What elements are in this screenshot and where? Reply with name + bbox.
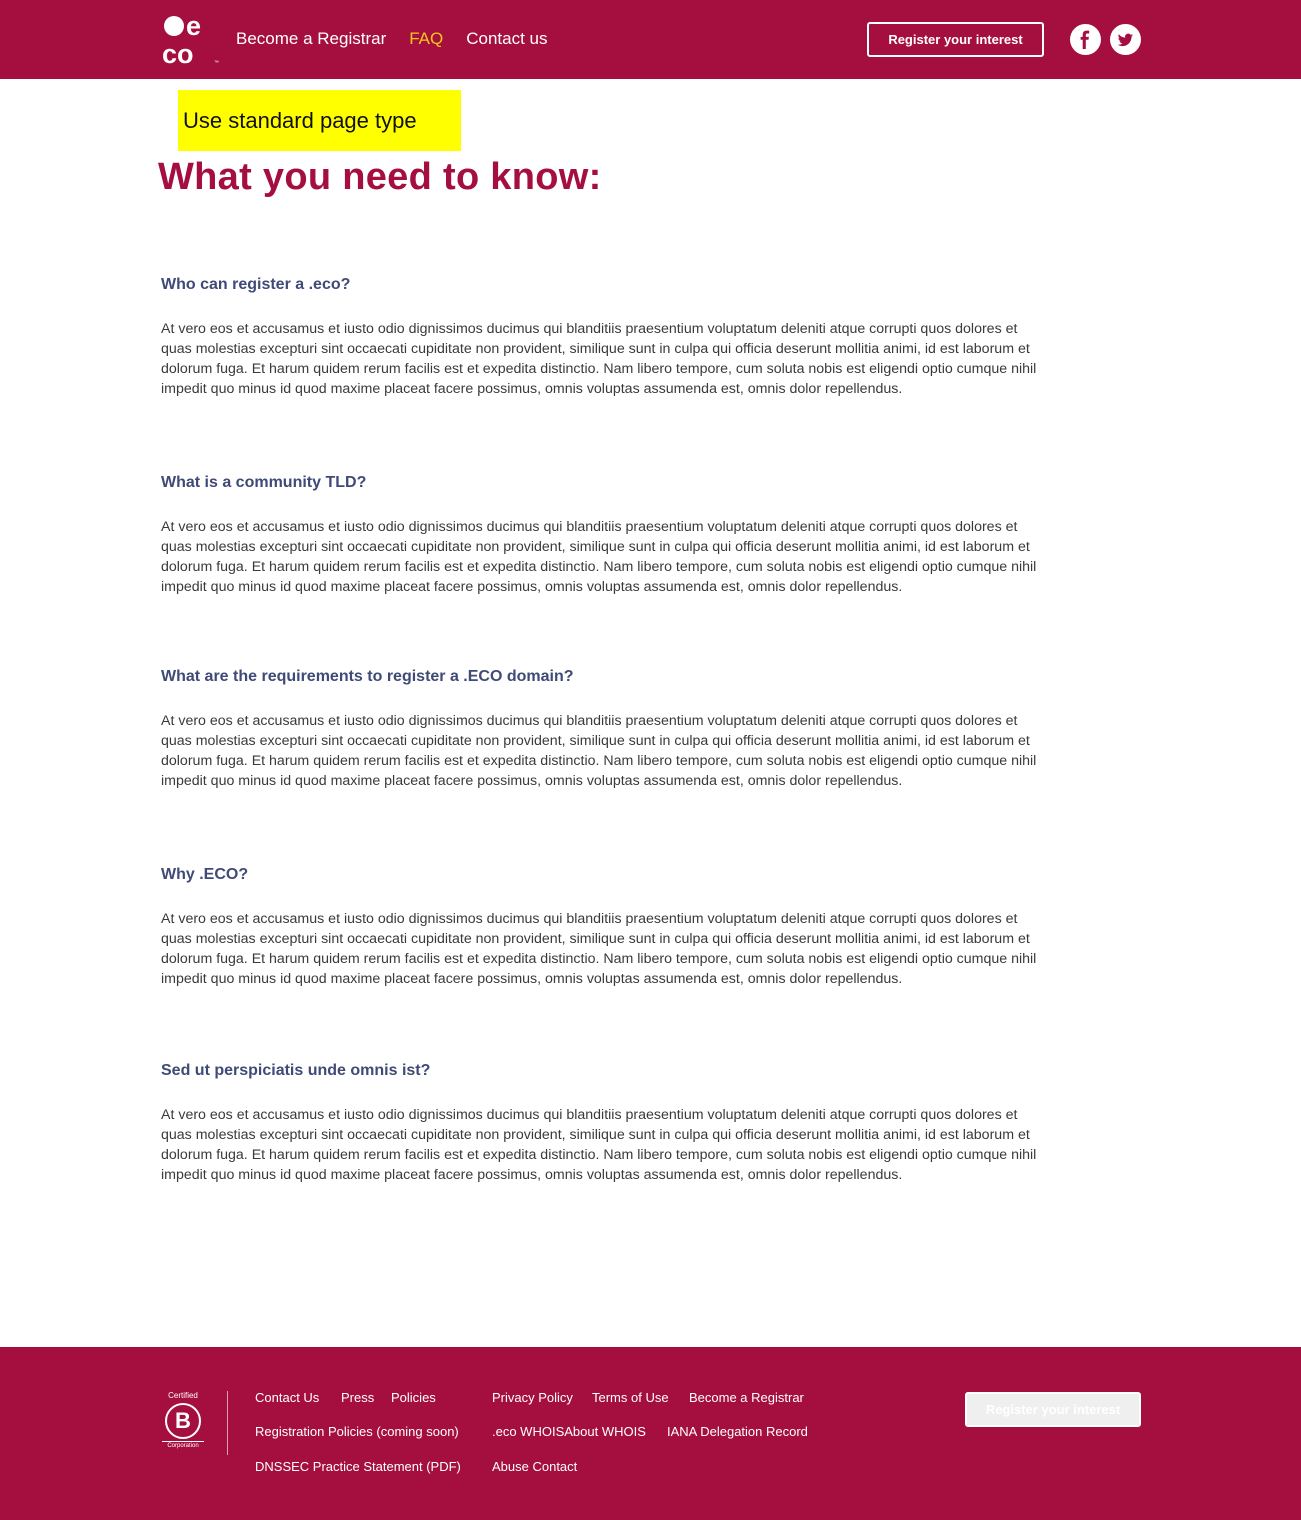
bcorp-b-icon: B [165, 1403, 201, 1439]
bcorp-certified-label: Certified [168, 1391, 198, 1400]
svg-text:™: ™ [214, 60, 219, 66]
footer-link-contact-us[interactable]: Contact Us [255, 1390, 319, 1405]
site-header: e co ™ Become a Registrar FAQ Contact us… [0, 0, 1301, 79]
faq-answer: At vero eos et accusamus et iusto odio d… [161, 1107, 1037, 1183]
facebook-icon[interactable] [1070, 24, 1101, 55]
svg-text:e: e [186, 14, 201, 41]
nav-contact-us[interactable]: Contact us [466, 28, 547, 50]
footer-register-interest-button[interactable]: Register your interest [965, 1392, 1141, 1427]
footer-link-registration-policies[interactable]: Registration Policies (coming soon) [255, 1424, 459, 1439]
faq-answer: At vero eos et accusamus et iusto odio d… [161, 519, 1037, 595]
faq-answer: At vero eos et accusamus et iusto odio d… [161, 321, 1037, 397]
footer-link-privacy-policy[interactable]: Privacy Policy [492, 1390, 573, 1405]
faq-item: Why .ECO? At vero eos et accusamus et iu… [161, 866, 1041, 989]
footer-link-terms[interactable]: Terms of Use [592, 1390, 669, 1405]
footer-link-dnssec[interactable]: DNSSEC Practice Statement (PDF) [255, 1459, 461, 1474]
site-footer: Certified B Corporation Contact Us Press… [0, 1347, 1301, 1520]
eco-logo[interactable]: e co ™ [162, 11, 220, 69]
footer-divider [227, 1391, 228, 1455]
nav-become-registrar[interactable]: Become a Registrar [236, 28, 386, 50]
faq-answer: At vero eos et accusamus et iusto odio d… [161, 911, 1037, 987]
faq-question: Sed ut perspiciatis unde omnis ist? [161, 1062, 431, 1079]
bcorp-certified-logo: Certified B Corporation [162, 1391, 204, 1455]
svg-text:co: co [162, 39, 194, 66]
faq-question: What are the requirements to register a … [161, 668, 574, 685]
faq-item: What is a community TLD? At vero eos et … [161, 474, 1041, 597]
faq-item: Sed ut perspiciatis unde omnis ist? At v… [161, 1062, 1041, 1185]
faq-item: What are the requirements to register a … [161, 668, 1041, 791]
page-type-note: Use standard page type [178, 90, 461, 151]
footer-link-become-registrar[interactable]: Become a Registrar [689, 1390, 804, 1405]
page-title: What you need to know: [158, 156, 602, 198]
twitter-icon[interactable] [1110, 24, 1141, 55]
faq-question: Why .ECO? [161, 866, 249, 883]
bcorp-corporation-label: Corporation [162, 1441, 204, 1449]
register-interest-button[interactable]: Register your interest [867, 22, 1044, 57]
main-nav: Become a Registrar FAQ Contact us [236, 28, 571, 50]
footer-link-whois[interactable]: .eco WHOISAbout WHOIS [492, 1424, 646, 1439]
faq-item: Who can register a .eco? At vero eos et … [161, 276, 1041, 399]
faq-question: What is a community TLD? [161, 474, 367, 491]
footer-link-iana[interactable]: IANA Delegation Record [667, 1424, 808, 1439]
footer-link-policies[interactable]: Policies [391, 1390, 436, 1405]
faq-answer: At vero eos et accusamus et iusto odio d… [161, 713, 1037, 789]
faq-question: Who can register a .eco? [161, 276, 351, 293]
footer-link-press[interactable]: Press [341, 1390, 374, 1405]
footer-link-abuse-contact[interactable]: Abuse Contact [492, 1459, 577, 1474]
nav-faq[interactable]: FAQ [409, 28, 443, 50]
